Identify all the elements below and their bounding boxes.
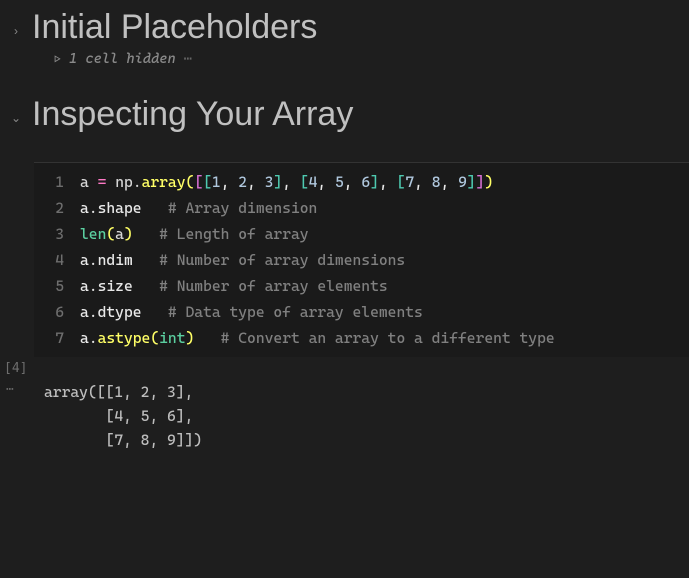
tok: a bbox=[80, 169, 89, 195]
line-number: 7 bbox=[34, 325, 80, 351]
code-line: 6 a.dtype # Data type of array elements bbox=[34, 299, 689, 325]
tok: , bbox=[441, 169, 459, 195]
tok: . bbox=[89, 325, 98, 351]
tok: a bbox=[80, 325, 89, 351]
tok: , bbox=[414, 169, 432, 195]
tok: a bbox=[115, 221, 124, 247]
line-number: 1 bbox=[34, 169, 80, 195]
code-line: 2 a.shape # Array dimension bbox=[34, 195, 689, 221]
hidden-cells-label: 1 cell hidden bbox=[69, 51, 176, 67]
tok: . bbox=[89, 247, 98, 273]
line-number: 5 bbox=[34, 273, 80, 299]
hidden-cells-row[interactable]: ▷ 1 cell hidden ⋯ bbox=[0, 47, 689, 81]
tok: 8 bbox=[432, 169, 441, 195]
line-number: 2 bbox=[34, 195, 80, 221]
tok: 7 bbox=[405, 169, 414, 195]
heading-inspecting-array: Inspecting Your Array bbox=[32, 95, 353, 134]
ellipsis-icon[interactable]: ⋯ bbox=[6, 380, 30, 397]
code-line: 5 a.size # Number of array elements bbox=[34, 273, 689, 299]
tok: = bbox=[98, 169, 107, 195]
tok: int bbox=[159, 325, 185, 351]
tok: , bbox=[247, 169, 265, 195]
tok: 5 bbox=[335, 169, 344, 195]
tok: , bbox=[282, 169, 300, 195]
tok: 1 bbox=[212, 169, 221, 195]
tok: [ bbox=[203, 169, 212, 195]
tok: 6 bbox=[361, 169, 370, 195]
tok: # Data type of array elements bbox=[168, 299, 423, 325]
tok: ) bbox=[124, 221, 133, 247]
tok: shape bbox=[98, 195, 142, 221]
section-inspecting-array: ⌄ Inspecting Your Array bbox=[0, 81, 689, 134]
code-line: 1 a = np.array([[1, 2, 3], [4, 5, 6], [7… bbox=[34, 169, 689, 195]
tok: a bbox=[80, 299, 89, 325]
tok bbox=[133, 273, 159, 299]
tok: [ bbox=[397, 169, 406, 195]
tok: a bbox=[80, 273, 89, 299]
tok bbox=[133, 247, 159, 273]
code-cell[interactable]: 1 a = np.array([[1, 2, 3], [4, 5, 6], [7… bbox=[34, 162, 689, 357]
tok: ) bbox=[484, 169, 493, 195]
line-number: 4 bbox=[34, 247, 80, 273]
tok: array bbox=[142, 169, 186, 195]
tok bbox=[142, 195, 168, 221]
tok: len bbox=[80, 221, 106, 247]
tok: ndim bbox=[98, 247, 133, 273]
tok: np bbox=[115, 169, 133, 195]
tok: astype bbox=[98, 325, 151, 351]
tok: # Array dimension bbox=[168, 195, 317, 221]
tok: ] bbox=[370, 169, 379, 195]
execution-count: [4] bbox=[0, 357, 689, 376]
tok bbox=[142, 299, 168, 325]
tok: ( bbox=[150, 325, 159, 351]
tok: ( bbox=[106, 221, 115, 247]
tok: a bbox=[80, 247, 89, 273]
tok: dtype bbox=[98, 299, 142, 325]
tok: ) bbox=[186, 325, 195, 351]
tok: ] bbox=[467, 169, 476, 195]
tok: , bbox=[221, 169, 239, 195]
tok: [ bbox=[194, 169, 203, 195]
heading-initial-placeholders: Initial Placeholders bbox=[32, 8, 317, 47]
tok: # Number of array dimensions bbox=[159, 247, 405, 273]
code-editor[interactable]: 1 a = np.array([[1, 2, 3], [4, 5, 6], [7… bbox=[34, 162, 689, 357]
tok bbox=[106, 169, 115, 195]
section-initial-placeholders: › Initial Placeholders bbox=[0, 0, 689, 47]
line-number: 3 bbox=[34, 221, 80, 247]
tok: # Length of array bbox=[159, 221, 308, 247]
tok: 3 bbox=[265, 169, 274, 195]
ellipsis-icon: ⋯ bbox=[184, 51, 193, 67]
chevron-down-icon[interactable]: ⌄ bbox=[8, 95, 24, 125]
tok: # Convert an array to a different type bbox=[221, 325, 555, 351]
tok: . bbox=[89, 299, 98, 325]
tok: 2 bbox=[238, 169, 247, 195]
line-number: 6 bbox=[34, 299, 80, 325]
tok: size bbox=[98, 273, 133, 299]
code-line: 7 a.astype(int) # Convert an array to a … bbox=[34, 325, 689, 351]
tok: a bbox=[80, 195, 89, 221]
cell-output: array([[1, 2, 3], [4, 5, 6], [7, 8, 9]]) bbox=[30, 380, 202, 452]
tok: ( bbox=[186, 169, 195, 195]
tok: 4 bbox=[309, 169, 318, 195]
tok: 9 bbox=[458, 169, 467, 195]
tok: [ bbox=[300, 169, 309, 195]
tok: # Number of array elements bbox=[159, 273, 388, 299]
tok bbox=[133, 221, 159, 247]
tok: , bbox=[344, 169, 362, 195]
tok: ] bbox=[273, 169, 282, 195]
tok: , bbox=[379, 169, 397, 195]
tok: , bbox=[317, 169, 335, 195]
tok: . bbox=[133, 169, 142, 195]
code-line: 3 len(a) # Length of array bbox=[34, 221, 689, 247]
output-area: ⋯ array([[1, 2, 3], [4, 5, 6], [7, 8, 9]… bbox=[0, 376, 689, 452]
tok bbox=[89, 169, 98, 195]
tok: ] bbox=[476, 169, 485, 195]
play-icon: ▷ bbox=[54, 52, 61, 66]
tok bbox=[194, 325, 220, 351]
chevron-right-icon[interactable]: › bbox=[8, 8, 24, 38]
tok: . bbox=[89, 195, 98, 221]
tok: . bbox=[89, 273, 98, 299]
code-line: 4 a.ndim # Number of array dimensions bbox=[34, 247, 689, 273]
